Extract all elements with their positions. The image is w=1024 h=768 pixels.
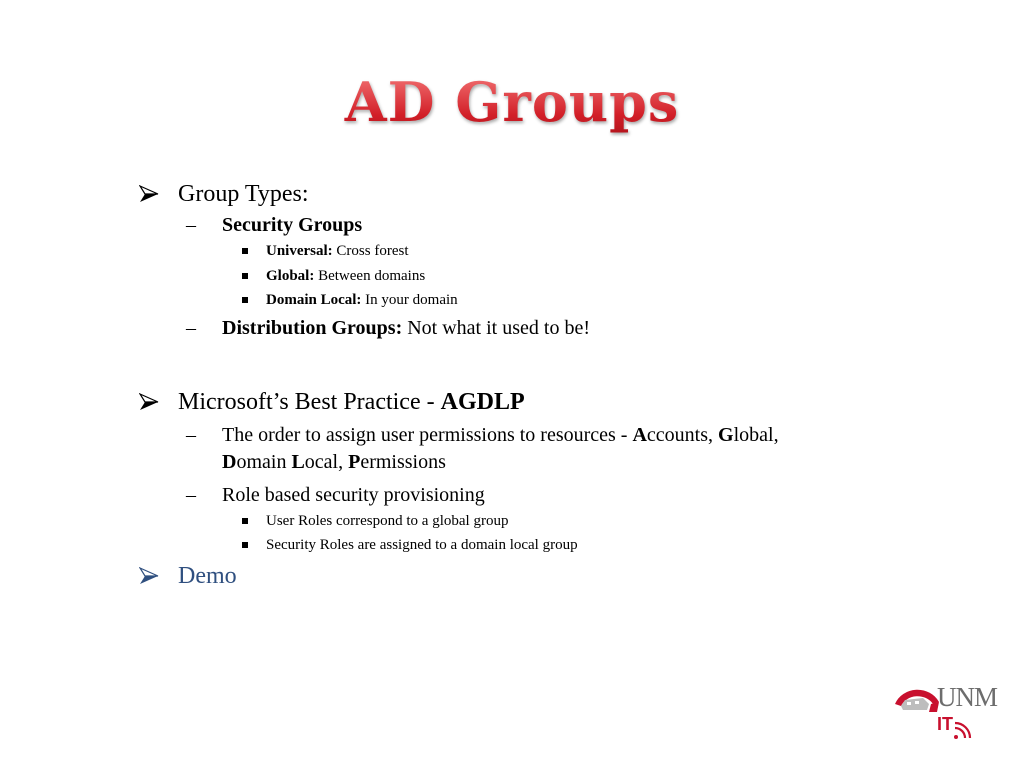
dash-bullet-icon: – (186, 423, 196, 446)
bullet-global: Global: Between domains (138, 264, 918, 289)
letter-p: P (348, 450, 361, 473)
dash-bullet-icon: – (186, 483, 196, 506)
dash-bullet-icon: – (186, 316, 196, 339)
bullet-security-roles: Security Roles are assigned to a domain … (138, 533, 918, 558)
best-practice-heading: Microsoft’s Best Practice - (178, 388, 441, 415)
letter-a: A (632, 423, 647, 446)
bullet-group-types: Group Types: (138, 176, 918, 212)
logo-it-text: IT (937, 714, 953, 734)
word-accounts: ccounts, (646, 423, 719, 446)
letter-l: L (291, 450, 305, 473)
universal-desc: Cross forest (332, 243, 409, 259)
demo-label: Demo (178, 562, 237, 589)
bullet-domain-local: Domain Local: In your domain (138, 288, 918, 313)
agdlp-order-prefix: The order to assign user permissions to … (222, 423, 633, 446)
security-roles-text: Security Roles are assigned to a domain … (266, 537, 578, 553)
slide-body: Group Types: – Security Groups Universal… (138, 176, 918, 594)
global-desc: Between domains (314, 267, 426, 284)
square-bullet-icon (242, 517, 248, 524)
role-based-label: Role based security provisioning (222, 483, 485, 506)
bullet-role-based: – Role based security provisioning (138, 482, 918, 509)
dash-bullet-icon: – (186, 214, 196, 236)
global-term: Global: (266, 267, 315, 284)
universal-term: Universal: (266, 243, 333, 259)
word-local: ocal, (304, 450, 349, 473)
bullet-user-roles: User Roles correspond to a global group (138, 509, 918, 534)
agdlp-label: AGDLP (440, 388, 525, 415)
bullet-distribution-groups: – Distribution Groups: Not what it used … (138, 315, 918, 342)
distribution-groups-term: Distribution Groups: (222, 316, 403, 339)
letter-g: G (718, 423, 734, 446)
square-bullet-icon (242, 297, 248, 303)
square-bullet-icon (242, 248, 248, 254)
letter-d: D (222, 450, 237, 473)
wifi-icon (954, 721, 972, 739)
bullet-security-groups: – Security Groups (138, 212, 918, 239)
domain-local-term: Domain Local: (266, 292, 362, 308)
square-bullet-icon (242, 542, 248, 548)
distribution-groups-desc: Not what it used to be! (402, 316, 590, 339)
logo-unm-text: UNM (937, 682, 998, 712)
arrow-bullet-icon (138, 558, 160, 594)
arrow-bullet-icon (138, 384, 160, 420)
bullet-universal: Universal: Cross forest (138, 239, 918, 264)
bullet-agdlp-order: – The order to assign user permissions t… (138, 422, 918, 476)
word-domain: omain (236, 450, 292, 473)
square-bullet-icon (242, 272, 248, 279)
user-roles-text: User Roles correspond to a global group (266, 512, 509, 529)
bullet-best-practice: Microsoft’s Best Practice - AGDLP (138, 384, 918, 420)
arrow-bullet-icon (138, 176, 160, 212)
security-groups-label: Security Groups (222, 214, 363, 236)
word-global: lobal, (733, 423, 779, 446)
word-permissions: ermissions (360, 450, 446, 473)
unm-it-logo: UNM IT (893, 678, 1011, 742)
slide-title: AD Groups (0, 70, 1024, 134)
group-types-heading: Group Types: (178, 181, 309, 207)
bullet-demo: Demo (138, 558, 918, 594)
domain-local-desc: In your domain (361, 292, 458, 308)
